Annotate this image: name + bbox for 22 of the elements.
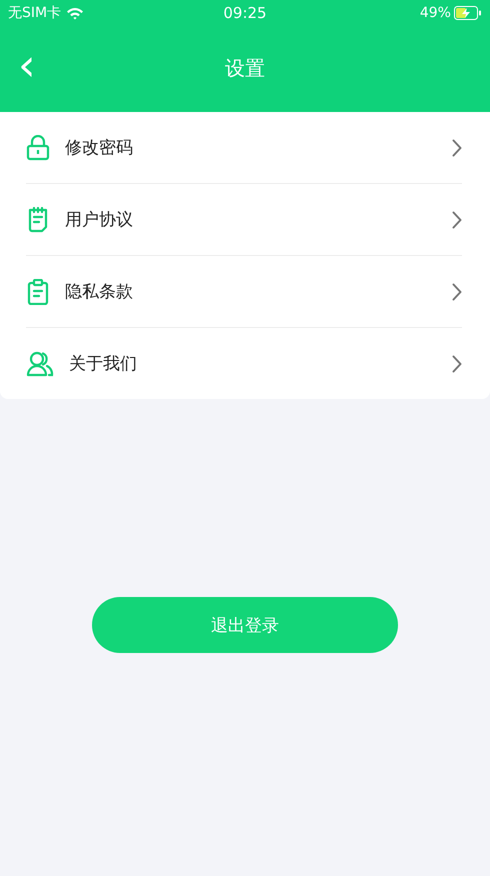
menu-label: 修改密码: [65, 137, 134, 159]
chevron-right-icon: [452, 354, 462, 372]
page-title: 设置: [225, 54, 265, 82]
settings-row[interactable]: 用户协议: [26, 184, 462, 256]
chevron-right-icon: [452, 282, 462, 300]
chevron-right-icon: [452, 138, 462, 156]
notepad-icon: [26, 206, 50, 232]
lock-icon: [26, 134, 50, 160]
battery-percent: 49%: [420, 5, 451, 21]
chevron-right-icon: [452, 210, 462, 228]
carrier-text: 无SIM卡: [8, 4, 62, 22]
settings-row[interactable]: 关于我们: [26, 328, 462, 399]
wifi-icon: [66, 6, 84, 20]
clipboard-icon: [26, 278, 50, 304]
settings-row[interactable]: 隐私条款: [26, 256, 462, 328]
menu-label: 关于我们: [69, 353, 138, 375]
people-icon: [26, 350, 54, 376]
menu-label: 用户协议: [65, 209, 134, 231]
clock-text: 09:25: [223, 4, 267, 22]
menu-label: 隐私条款: [65, 281, 134, 303]
battery-charging-icon: [454, 6, 482, 20]
settings-row[interactable]: 修改密码: [26, 112, 462, 184]
